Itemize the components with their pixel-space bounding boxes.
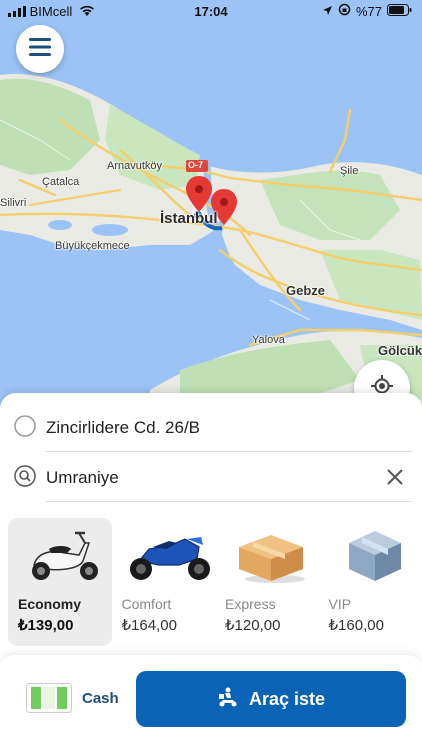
scooter-icon xyxy=(14,524,114,586)
address-divider xyxy=(46,501,412,502)
package-icon xyxy=(221,524,321,586)
map-road-badge-o7: O-7 xyxy=(188,160,204,170)
vehicle-price: ₺139,00 xyxy=(18,617,74,634)
map-label-buyukcekmece: Büyükçekmece xyxy=(55,240,130,252)
vehicle-name: Express xyxy=(225,596,276,612)
vehicle-name: Comfort xyxy=(121,596,172,612)
vehicle-option-vip[interactable]: VIP ₺160,00 xyxy=(319,518,422,646)
map-label-golcuk: Gölcük xyxy=(378,343,422,358)
vehicle-price: ₺164,00 xyxy=(121,617,177,634)
hamburger-icon xyxy=(29,37,51,61)
status-right: %77 xyxy=(322,3,412,19)
battery-percent: %77 xyxy=(355,3,382,19)
orientation-lock-icon xyxy=(338,3,351,19)
map-label-silivri: Silivri xyxy=(0,197,27,209)
vehicle-options: Economy ₺139,00 Comfort ₺164,00 Express … xyxy=(8,518,422,646)
clear-destination-icon[interactable] xyxy=(386,468,404,491)
address-divider xyxy=(46,451,412,452)
vehicle-name: VIP xyxy=(328,596,352,612)
request-vehicle-button[interactable]: Araç iste xyxy=(136,671,406,727)
map-label-gebze: Gebze xyxy=(286,283,326,298)
vehicle-name: Economy xyxy=(18,596,82,612)
menu-button[interactable] xyxy=(16,25,64,73)
location-arrow-icon xyxy=(322,4,333,19)
request-vehicle-label: Araç iste xyxy=(248,688,326,709)
vehicle-price: ₺120,00 xyxy=(225,617,281,634)
origin-circle-icon xyxy=(14,414,36,442)
destination-address: Umraniye xyxy=(46,468,119,487)
motorcycle-icon xyxy=(118,524,218,586)
map-label-yalova: Yalova xyxy=(252,334,285,346)
payment-method-label: Cash xyxy=(82,689,119,707)
payment-method-button[interactable]: Cash xyxy=(26,683,119,713)
origin-row[interactable]: Zincirlidere Cd. 26/B xyxy=(14,403,412,453)
battery-icon xyxy=(387,3,412,19)
map-view[interactable]: Arnavutköy Çatalca Şile Silivri İstanbul… xyxy=(0,0,422,420)
order-footer: Cash Araç iste xyxy=(0,654,422,750)
map-label-arnavutkoy: Arnavutköy xyxy=(107,160,163,172)
status-bar: BIMcell 17:04 %77 xyxy=(0,0,422,22)
vehicle-option-economy[interactable]: Economy ₺139,00 xyxy=(8,518,112,646)
courier-icon xyxy=(217,687,239,712)
destination-row[interactable]: Umraniye xyxy=(14,453,412,503)
cash-note-icon xyxy=(26,683,72,713)
vehicle-price: ₺160,00 xyxy=(328,617,384,634)
vehicle-option-comfort[interactable]: Comfort ₺164,00 xyxy=(112,518,216,646)
destination-search-icon xyxy=(14,464,36,492)
map-label-sile: Şile xyxy=(340,165,359,177)
map-label-catalca: Çatalca xyxy=(42,176,80,188)
origin-address: Zincirlidere Cd. 26/B xyxy=(46,418,201,437)
vip-box-icon xyxy=(325,524,422,586)
vehicle-option-express[interactable]: Express ₺120,00 xyxy=(215,518,319,646)
map-label-istanbul: İstanbul xyxy=(160,210,218,227)
